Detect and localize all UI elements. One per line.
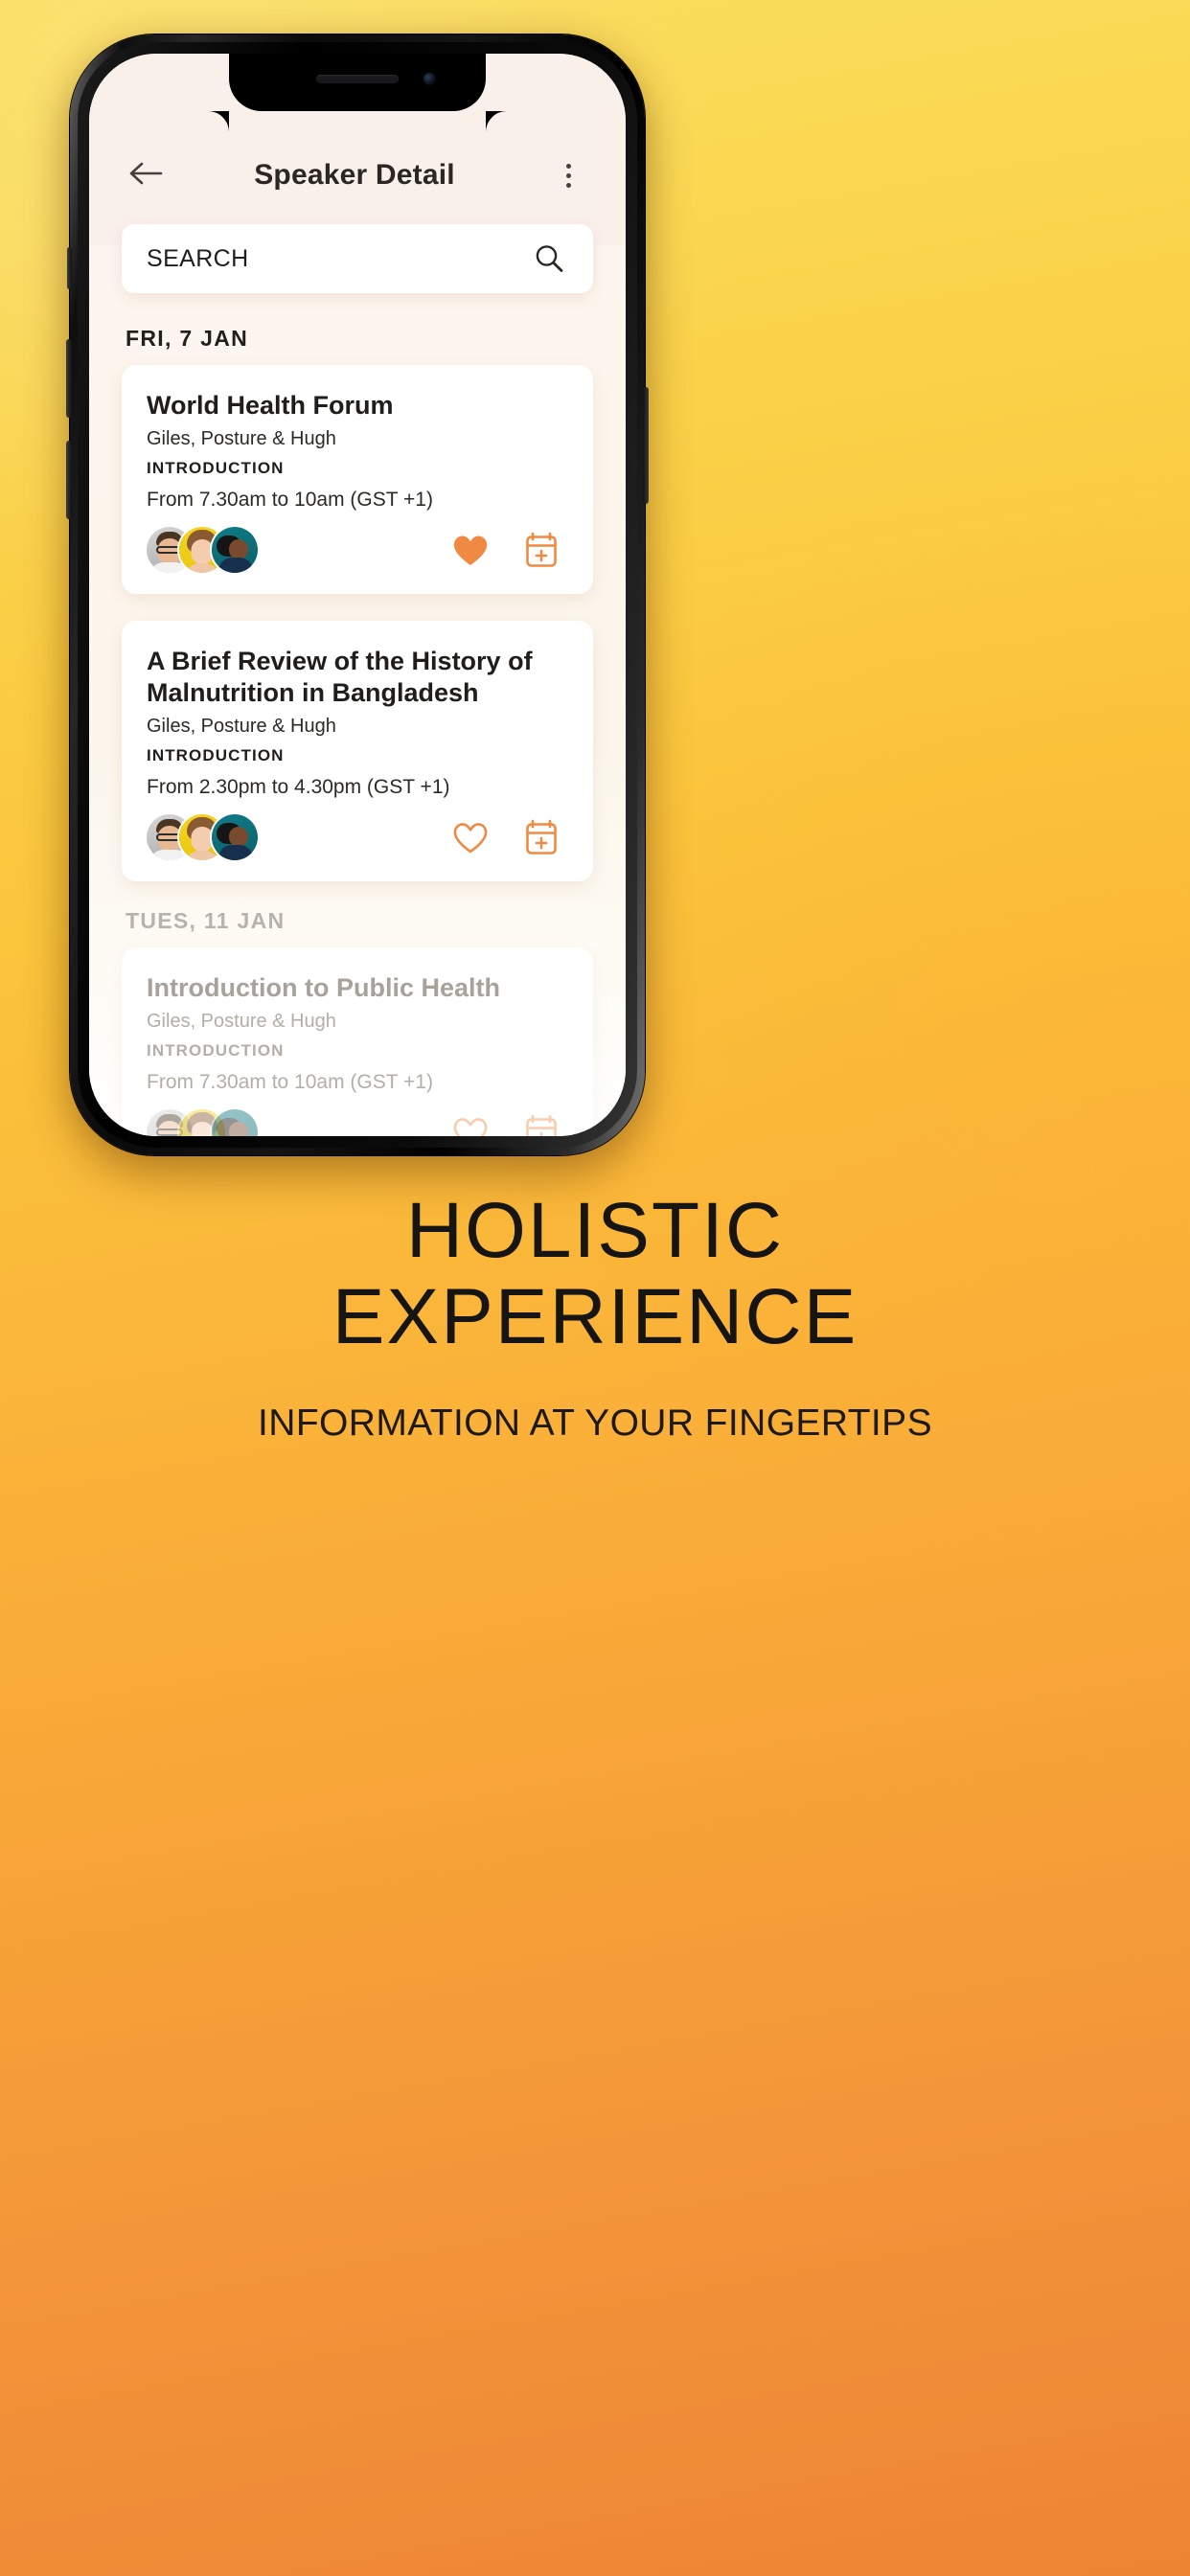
- avatar-detail: [217, 844, 253, 860]
- avatar-detail: [217, 557, 253, 573]
- page-title: Speaker Detail: [254, 159, 455, 191]
- event-actions: [449, 1111, 568, 1136]
- notch: [229, 54, 486, 111]
- overflow-menu-button[interactable]: [543, 150, 593, 200]
- heart-outline-icon[interactable]: [449, 1111, 492, 1136]
- event-title: Introduction to Public Health: [147, 972, 500, 1002]
- event-card[interactable]: World Health Forum Giles, Posture & Hugh I…: [122, 365, 593, 594]
- front-camera: [423, 73, 436, 85]
- earpiece-speaker: [316, 75, 399, 83]
- event-actions: [449, 529, 568, 571]
- promo-line-2: EXPERIENCE: [332, 1273, 858, 1361]
- avatar-detail: [191, 1121, 214, 1136]
- event-card-footer: [147, 526, 568, 573]
- phone-frame: Speaker Detail SEARCH FRI, 7 JAN World H…: [66, 34, 649, 1155]
- event-speakers: Giles, Posture & Hugh: [147, 427, 336, 449]
- event-list[interactable]: FRI, 7 JAN World Health Forum Giles, Postu…: [89, 308, 626, 1136]
- avatar-detail: [191, 538, 214, 564]
- attendee-avatars: [147, 1108, 258, 1136]
- avatar-person-teal: [212, 813, 258, 860]
- volume-down-button[interactable]: [66, 441, 72, 519]
- attendee-avatars: [147, 813, 258, 860]
- kebab-dot: [565, 172, 571, 178]
- search-input[interactable]: SEARCH: [147, 245, 530, 273]
- heart-outline-icon[interactable]: [449, 816, 492, 858]
- promo-block: HOLISTIC EXPERIENCE INFORMATION AT YOUR …: [0, 1187, 1190, 1445]
- avatar-detail: [228, 538, 248, 559]
- event-actions: [449, 816, 568, 858]
- power-button[interactable]: [643, 387, 649, 504]
- event-speakers: Giles, Posture & Hugh: [147, 715, 336, 737]
- kebab-dot: [565, 163, 571, 169]
- back-button[interactable]: [122, 150, 172, 200]
- avatar-detail: [186, 850, 218, 860]
- calendar-plus-icon[interactable]: [520, 1111, 562, 1136]
- phone-screen: Speaker Detail SEARCH FRI, 7 JAN World H…: [89, 54, 626, 1136]
- avatar-detail: [191, 826, 214, 852]
- promo-subtitle: INFORMATION AT YOUR FINGERTIPS: [258, 1402, 932, 1445]
- calendar-plus-icon[interactable]: [520, 529, 562, 571]
- event-speakers: Giles, Posture & Hugh: [147, 1010, 336, 1032]
- avatar-detail: [228, 1121, 248, 1136]
- promo-line-1: HOLISTIC: [405, 1187, 785, 1274]
- event-card-footer: [147, 813, 568, 860]
- mute-switch[interactable]: [67, 247, 72, 289]
- event-card[interactable]: Introduction to Public Health Giles, Post…: [122, 946, 593, 1136]
- avatar-detail: [228, 826, 248, 847]
- event-category-tag: INTRODUCTION: [147, 458, 285, 477]
- notch-corner-left: [208, 111, 229, 132]
- avatar-person-teal: [212, 526, 258, 573]
- phone-mockup: Speaker Detail SEARCH FRI, 7 JAN World H…: [66, 34, 649, 1155]
- attendee-avatars: [147, 526, 258, 573]
- date-section-label: FRI, 7 JAN: [126, 326, 249, 351]
- date-section-label: TUES, 11 JAN: [126, 907, 286, 933]
- event-category-tag: INTRODUCTION: [147, 1040, 285, 1060]
- search-bar[interactable]: SEARCH: [122, 224, 593, 293]
- event-category-tag: INTRODUCTION: [147, 745, 285, 764]
- promo-headline: HOLISTIC EXPERIENCE: [0, 1187, 1190, 1361]
- app-header: Speaker Detail: [89, 142, 626, 209]
- event-title: A Brief Review of the History of Malnutr…: [147, 646, 533, 707]
- event-time: From 7.30am to 10am (GST +1): [147, 488, 433, 511]
- calendar-plus-icon[interactable]: [520, 816, 562, 858]
- heart-filled-icon[interactable]: [449, 529, 492, 571]
- search-icon[interactable]: [530, 239, 568, 278]
- event-time: From 2.30pm to 4.30pm (GST +1): [147, 775, 450, 798]
- avatar-detail: [186, 562, 218, 573]
- avatar-person-teal: [212, 1108, 258, 1136]
- volume-up-button[interactable]: [66, 339, 72, 418]
- event-time: From 7.30am to 10am (GST +1): [147, 1070, 433, 1093]
- event-card-footer: [147, 1108, 568, 1136]
- event-title: World Health Forum: [147, 391, 394, 420]
- arrow-left-icon: [129, 161, 164, 191]
- notch-corner-right: [486, 111, 507, 132]
- event-card[interactable]: A Brief Review of the History of Malnutr…: [122, 620, 593, 881]
- kebab-dot: [565, 182, 571, 188]
